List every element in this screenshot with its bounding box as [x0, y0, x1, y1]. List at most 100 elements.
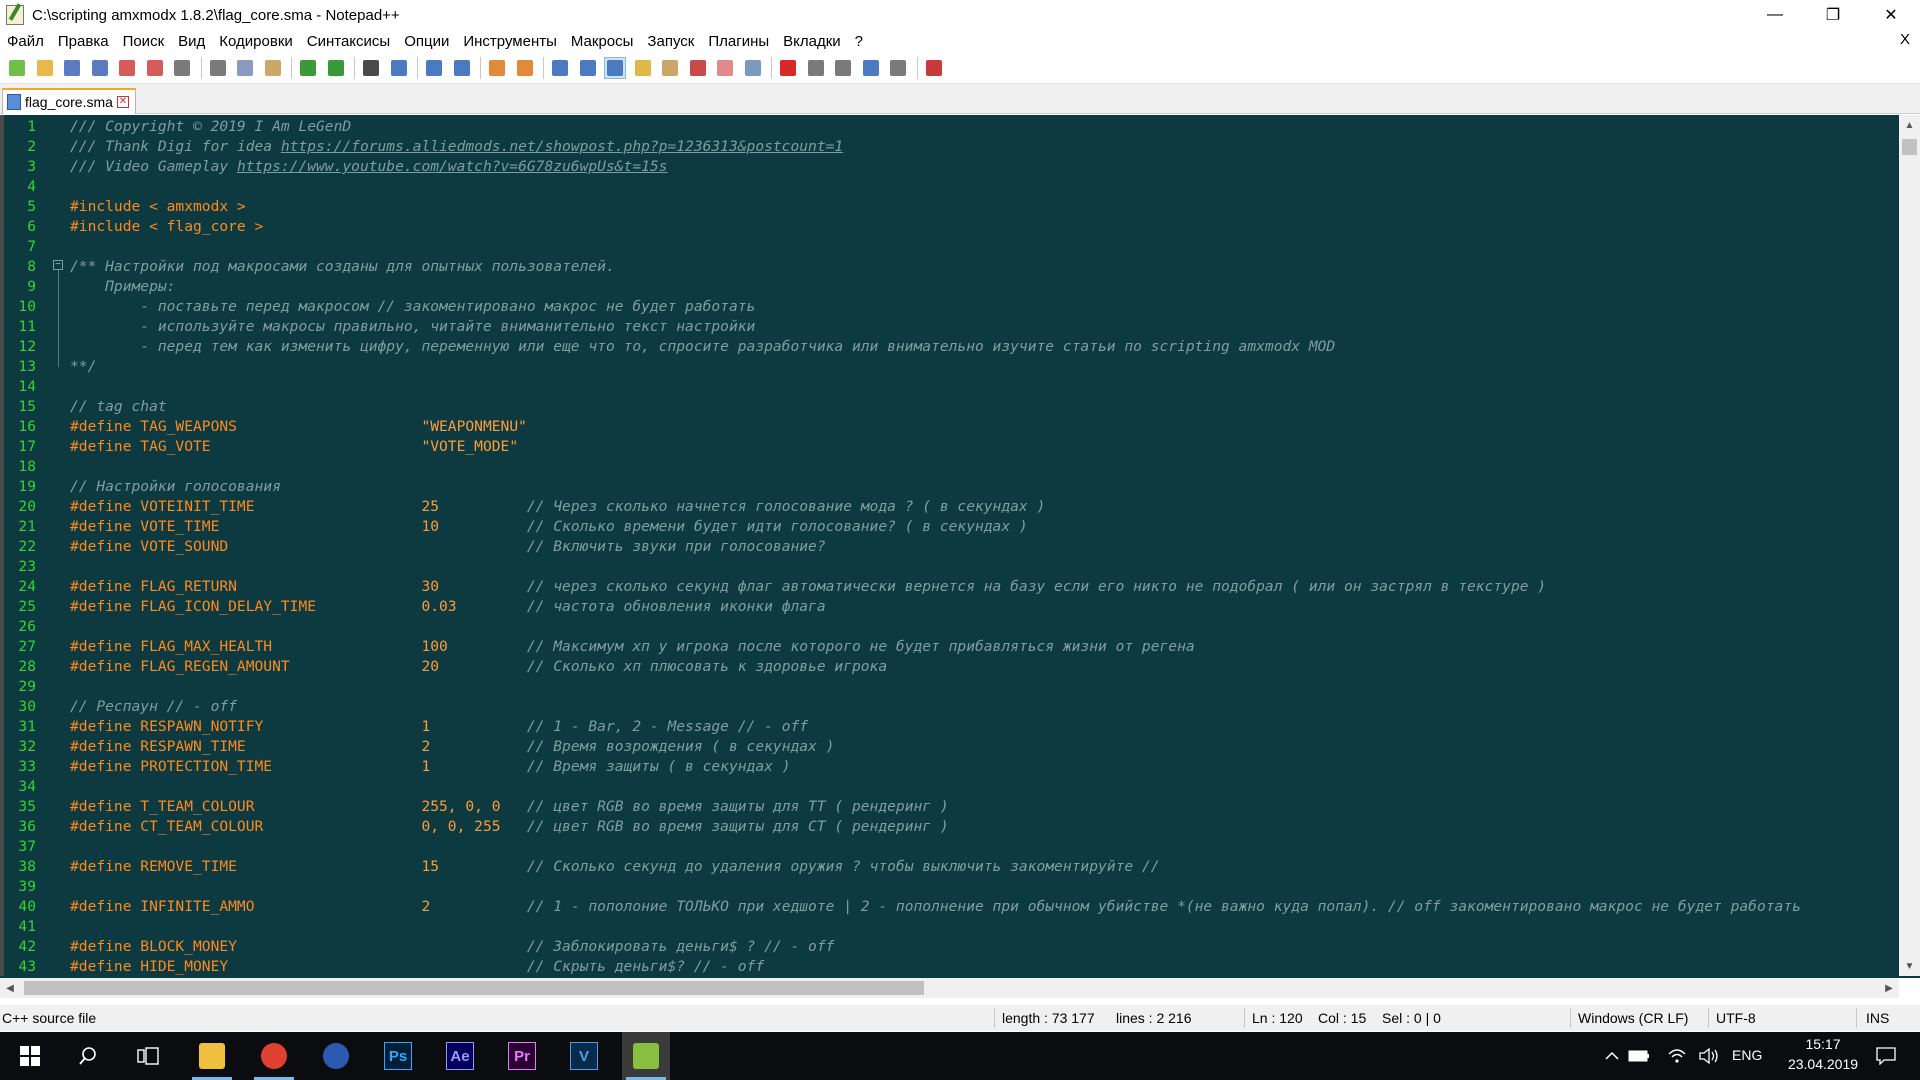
menu-encoding[interactable]: Кодировки — [212, 33, 299, 50]
menu-run[interactable]: Запуск — [640, 33, 701, 50]
spell-check-button[interactable] — [923, 57, 945, 79]
taskbar-chrome[interactable] — [250, 1032, 298, 1080]
code-line[interactable]: 3 /// Video Gameplay https://www.youtube.… — [0, 157, 1895, 177]
cut-button[interactable] — [207, 57, 229, 79]
monitoring-button[interactable] — [742, 57, 764, 79]
code-line[interactable]: 10 - поставьте перед макросом // закомен… — [0, 297, 1895, 317]
sync-horizontal-button[interactable] — [514, 57, 536, 79]
taskbar-cinema4d[interactable] — [312, 1032, 360, 1080]
code-line[interactable]: 36 #define CT_TEAM_COLOUR 0, 0, 255 // цв… — [0, 817, 1895, 837]
vertical-scroll-thumb[interactable] — [1902, 139, 1917, 155]
redo-button[interactable] — [325, 57, 347, 79]
code-line[interactable]: 42 #define BLOCK_MONEY // Заблокировать д… — [0, 937, 1895, 957]
menu-plugins[interactable]: Плагины — [701, 33, 776, 50]
search-button[interactable] — [64, 1032, 112, 1080]
code-line[interactable]: 26 — [0, 617, 1895, 637]
code-line[interactable]: 8 /** Настройки под макросами созданы для… — [0, 257, 1895, 277]
code-line[interactable]: 30 // Респаун // - off — [0, 697, 1895, 717]
close-file-button[interactable] — [116, 57, 138, 79]
run-macro-multiple-button[interactable] — [860, 57, 882, 79]
paste-button[interactable] — [262, 57, 284, 79]
code-line[interactable]: 11 - используйте макросы правильно, чита… — [0, 317, 1895, 337]
code-line[interactable]: 9 Примеры: — [0, 277, 1895, 297]
new-file-button[interactable] — [6, 57, 28, 79]
code-line[interactable]: 39 — [0, 877, 1895, 897]
code-line[interactable]: 19 // Настройки голосования — [0, 477, 1895, 497]
code-line[interactable]: 20 #define VOTEINIT_TIME 25 // Через скол… — [0, 497, 1895, 517]
scroll-down-icon[interactable]: ▼ — [1899, 956, 1920, 976]
udl-button[interactable] — [632, 57, 654, 79]
menu-view[interactable]: Вид — [171, 33, 212, 50]
menu-search[interactable]: Поиск — [116, 33, 172, 50]
find-button[interactable] — [360, 57, 382, 79]
code-line[interactable]: 29 — [0, 677, 1895, 697]
code-line[interactable]: 41 — [0, 917, 1895, 937]
code-line[interactable]: 32 #define RESPAWN_TIME 2 // Время возрож… — [0, 737, 1895, 757]
menu-macro[interactable]: Макросы — [564, 33, 641, 50]
code-line[interactable]: 28 #define FLAG_REGEN_AMOUNT 20 // Скольк… — [0, 657, 1895, 677]
taskbar-premiere[interactable]: Pr — [498, 1032, 546, 1080]
copy-button[interactable] — [234, 57, 256, 79]
save-button[interactable] — [61, 57, 83, 79]
horizontal-scroll-thumb[interactable] — [24, 981, 924, 995]
menu-edit[interactable]: Правка — [51, 33, 116, 50]
code-line[interactable]: 25 #define FLAG_ICON_DELAY_TIME 0.03 // ч… — [0, 597, 1895, 617]
code-area[interactable]: 1 /// Copyright © 2019 I Am LeGenD 2 /// Th… — [0, 117, 1895, 977]
stop-record-button[interactable] — [805, 57, 827, 79]
code-line[interactable]: 33 #define PROTECTION_TIME 1 // Время защ… — [0, 757, 1895, 777]
code-line[interactable]: 16 #define TAG_WEAPONS "WEAPONMENU" — [0, 417, 1895, 437]
code-line[interactable]: 1 /// Copyright © 2019 I Am LeGenD — [0, 117, 1895, 137]
code-line[interactable]: 17 #define TAG_VOTE "VOTE_MODE" — [0, 437, 1895, 457]
indent-guide-button[interactable] — [604, 56, 626, 79]
code-line[interactable]: 24 #define FLAG_RETURN 30 // через скольк… — [0, 577, 1895, 597]
code-line[interactable]: 6 #include < flag_core > — [0, 217, 1895, 237]
menu-help[interactable]: ? — [848, 33, 870, 50]
vertical-scrollbar[interactable]: ▲ ▼ — [1899, 115, 1920, 976]
scroll-up-icon[interactable]: ▲ — [1899, 115, 1920, 135]
record-macro-button[interactable] — [777, 57, 799, 79]
code-line[interactable]: 35 #define T_TEAM_COLOUR 255, 0, 0 // цве… — [0, 797, 1895, 817]
menu-tools[interactable]: Инструменты — [456, 33, 564, 50]
taskbar-file-explorer[interactable] — [188, 1032, 236, 1080]
menu-settings[interactable]: Опции — [397, 33, 456, 50]
word-wrap-button[interactable] — [549, 57, 571, 79]
scroll-right-icon[interactable]: ▶ — [1879, 978, 1899, 998]
code-line[interactable]: 34 — [0, 777, 1895, 797]
doc-map-button[interactable] — [659, 57, 681, 79]
code-line[interactable]: 23 — [0, 557, 1895, 577]
code-line[interactable]: 21 #define VOTE_TIME 10 // Сколько времен… — [0, 517, 1895, 537]
volume-icon[interactable] — [1694, 1032, 1724, 1080]
tray-overflow-icon[interactable] — [1600, 1032, 1624, 1080]
zoom-out-button[interactable] — [451, 57, 473, 79]
tab-flag-core[interactable]: flag_core.sma ✕ — [2, 88, 136, 114]
menu-language[interactable]: Синтаксисы — [300, 33, 397, 50]
code-line[interactable]: 22 #define VOTE_SOUND // Включить звуки п… — [0, 537, 1895, 557]
code-line[interactable]: 27 #define FLAG_MAX_HEALTH 100 // Максиму… — [0, 637, 1895, 657]
play-macro-button[interactable] — [832, 57, 854, 79]
taskbar-vegas[interactable]: V — [560, 1032, 608, 1080]
code-line[interactable]: 7 — [0, 237, 1895, 257]
code-line[interactable]: 18 — [0, 457, 1895, 477]
scroll-left-icon[interactable]: ◀ — [0, 978, 20, 998]
task-view-button[interactable] — [124, 1032, 172, 1080]
wifi-icon[interactable] — [1662, 1032, 1692, 1080]
close-window-button[interactable]: ✕ — [1862, 0, 1920, 30]
print-button[interactable] — [171, 57, 193, 79]
code-line[interactable]: 31 #define RESPAWN_NOTIFY 1 // 1 - Bar, 2… — [0, 717, 1895, 737]
close-document-button[interactable]: X — [1900, 31, 1910, 48]
code-line[interactable]: 38 #define REMOVE_TIME 15 // Сколько секу… — [0, 857, 1895, 877]
code-line[interactable]: 37 — [0, 837, 1895, 857]
battery-icon[interactable] — [1624, 1032, 1654, 1080]
close-all-button[interactable] — [144, 57, 166, 79]
show-all-chars-button[interactable] — [577, 57, 599, 79]
open-file-button[interactable] — [34, 57, 56, 79]
menu-window[interactable]: Вкладки — [776, 33, 848, 50]
taskbar-after-effects[interactable]: Ae — [436, 1032, 484, 1080]
replace-button[interactable] — [388, 57, 410, 79]
folder-as-workspace-button[interactable] — [714, 57, 736, 79]
save-all-button[interactable] — [89, 57, 111, 79]
code-editor[interactable]: − 1/// Copyright © 2019 I Am LeGenD 2/// … — [0, 115, 1920, 998]
token-url[interactable]: https://forums.alliedmods.net/showpost.p… — [281, 138, 843, 155]
sync-vertical-button[interactable] — [486, 57, 508, 79]
code-line[interactable]: 4 — [0, 177, 1895, 197]
